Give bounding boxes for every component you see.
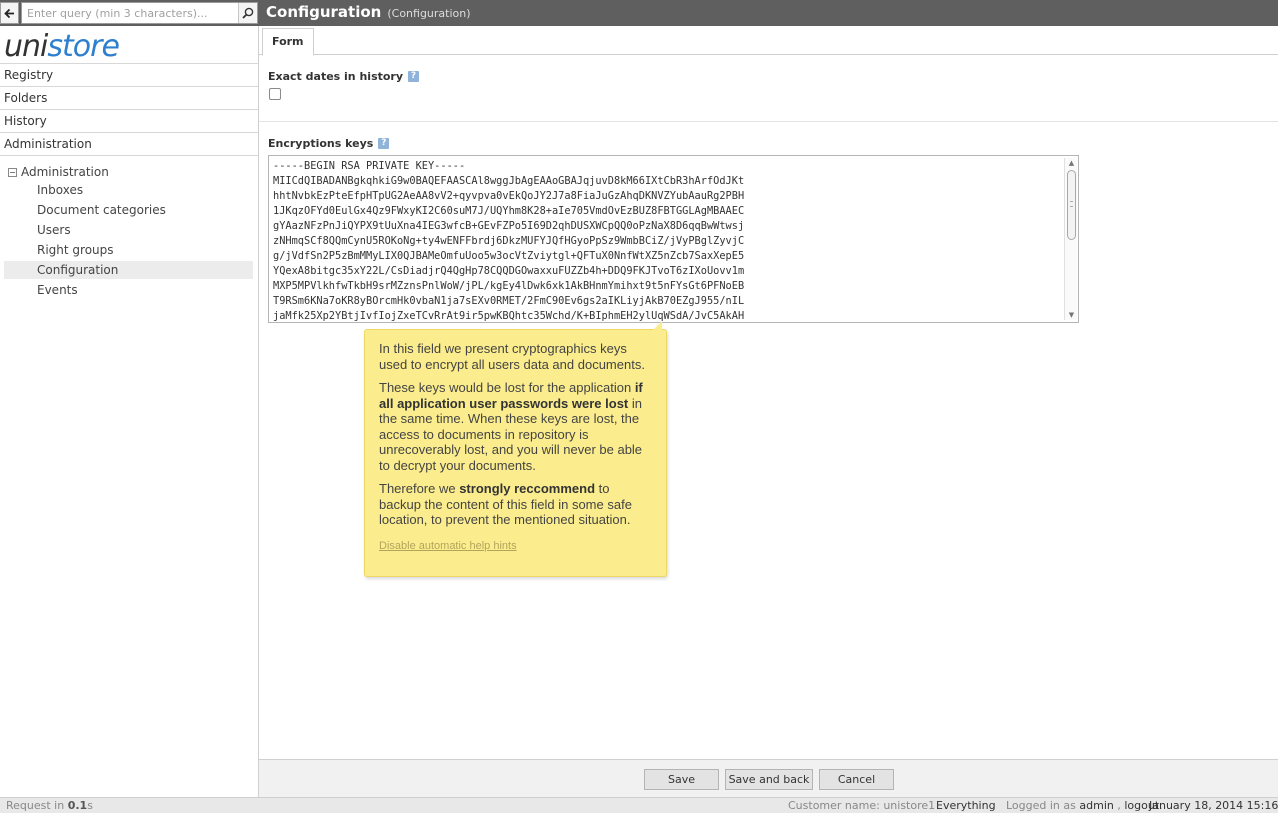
help-hint-tooltip: In this field we present cryptographics … <box>364 321 667 577</box>
sidebar-item-administration[interactable]: Administration <box>0 132 258 156</box>
tree-item-document-categories[interactable]: Document categories <box>4 201 253 219</box>
tooltip-paragraph-1: In this field we present cryptographics … <box>379 341 645 372</box>
tooltip-emphasis: strongly reccommend <box>459 481 596 496</box>
tooltip-paragraph-3: Therefore we strongly reccommend to back… <box>379 481 652 528</box>
grip-icon <box>1070 201 1073 207</box>
encryption-keys-label: Encryptions keys ? <box>268 137 390 150</box>
tooltip-arrow <box>653 321 662 330</box>
tree-root-administration[interactable]: − Administration <box>8 163 109 181</box>
logo-part-store: store <box>47 29 120 64</box>
tree-item-right-groups[interactable]: Right groups <box>4 241 253 259</box>
form-button-bar: Save Save and back Cancel <box>259 759 1278 797</box>
collapse-icon[interactable]: − <box>8 167 17 177</box>
textarea-scrollbar[interactable]: ▲ ▼ <box>1064 158 1077 320</box>
exact-dates-checkbox[interactable] <box>269 88 281 100</box>
scroll-down-arrow-icon[interactable]: ▼ <box>1066 310 1077 320</box>
divider <box>259 121 1278 122</box>
cancel-button[interactable]: Cancel <box>819 769 894 790</box>
login-info: Logged in as admin , logout. <box>1006 798 1163 813</box>
tab-form[interactable]: Form <box>262 28 314 56</box>
save-button[interactable]: Save <box>644 769 719 790</box>
tree-item-users[interactable]: Users <box>4 221 253 239</box>
exact-dates-label-text: Exact dates in history <box>268 70 404 83</box>
encryption-keys-text[interactable]: -----BEGIN RSA PRIVATE KEY----- MIICdQIB… <box>273 159 1058 322</box>
unistore-logo[interactable]: unistore <box>4 29 120 64</box>
help-icon[interactable]: ? <box>408 71 420 82</box>
save-and-back-button[interactable]: Save and back <box>725 769 813 790</box>
tree-item-inboxes[interactable]: Inboxes <box>4 181 253 199</box>
separator: , <box>1113 799 1125 812</box>
tooltip-paragraph-2: These keys would be lost for the applica… <box>379 380 652 473</box>
top-bar: Configuration (Configuration) <box>0 0 1278 26</box>
tree-root-label: Administration <box>21 165 109 179</box>
encryption-keys-textarea[interactable]: -----BEGIN RSA PRIVATE KEY----- MIICdQIB… <box>268 155 1079 323</box>
logged-prefix: Logged in as <box>1006 799 1080 812</box>
scope-selector[interactable]: Everything <box>936 798 996 813</box>
tree-item-events[interactable]: Events <box>4 281 253 299</box>
user-link[interactable]: admin <box>1079 799 1113 812</box>
scroll-up-arrow-icon[interactable]: ▲ <box>1066 158 1077 168</box>
request-prefix: Request in <box>6 799 68 812</box>
sidebar-item-history[interactable]: History <box>0 109 258 132</box>
arrow-left-icon <box>4 8 14 18</box>
status-bar: Request in 0.1s Customer name: unistore1… <box>0 797 1278 813</box>
tree-item-configuration[interactable]: Configuration <box>4 261 253 279</box>
tab-bar: Form <box>259 26 1278 56</box>
tooltip-text: Therefore we <box>379 481 460 496</box>
help-icon[interactable]: ? <box>378 138 390 149</box>
page-title: Configuration (Configuration) <box>266 3 471 21</box>
request-time: Request in 0.1s <box>6 798 93 813</box>
sidebar: unistore Registry Folders History Admini… <box>0 26 259 797</box>
search-box <box>21 2 258 24</box>
magnifier-icon <box>242 7 254 19</box>
encryption-keys-label-text: Encryptions keys <box>268 137 374 150</box>
page-title-text: Configuration <box>266 3 382 21</box>
tooltip-text: These keys would be lost for the applica… <box>379 380 635 395</box>
scroll-thumb[interactable] <box>1067 170 1076 240</box>
sidebar-item-folders[interactable]: Folders <box>0 86 258 109</box>
page-subtitle: (Configuration) <box>387 7 471 20</box>
current-datetime: January 18, 2014 15:16:19 <box>1149 799 1278 812</box>
request-time-value: 0.1 <box>67 799 88 812</box>
disable-help-hints-link[interactable]: Disable automatic help hints <box>379 539 517 555</box>
customer-name: Customer name: unistore1 <box>788 799 936 812</box>
request-suffix: s <box>87 799 93 812</box>
back-button[interactable] <box>0 2 19 24</box>
exact-dates-label: Exact dates in history ? <box>268 70 420 83</box>
search-button[interactable] <box>238 3 257 23</box>
logo-part-uni: uni <box>4 29 48 64</box>
search-input[interactable] <box>22 3 239 23</box>
sidebar-item-registry[interactable]: Registry <box>0 63 258 86</box>
